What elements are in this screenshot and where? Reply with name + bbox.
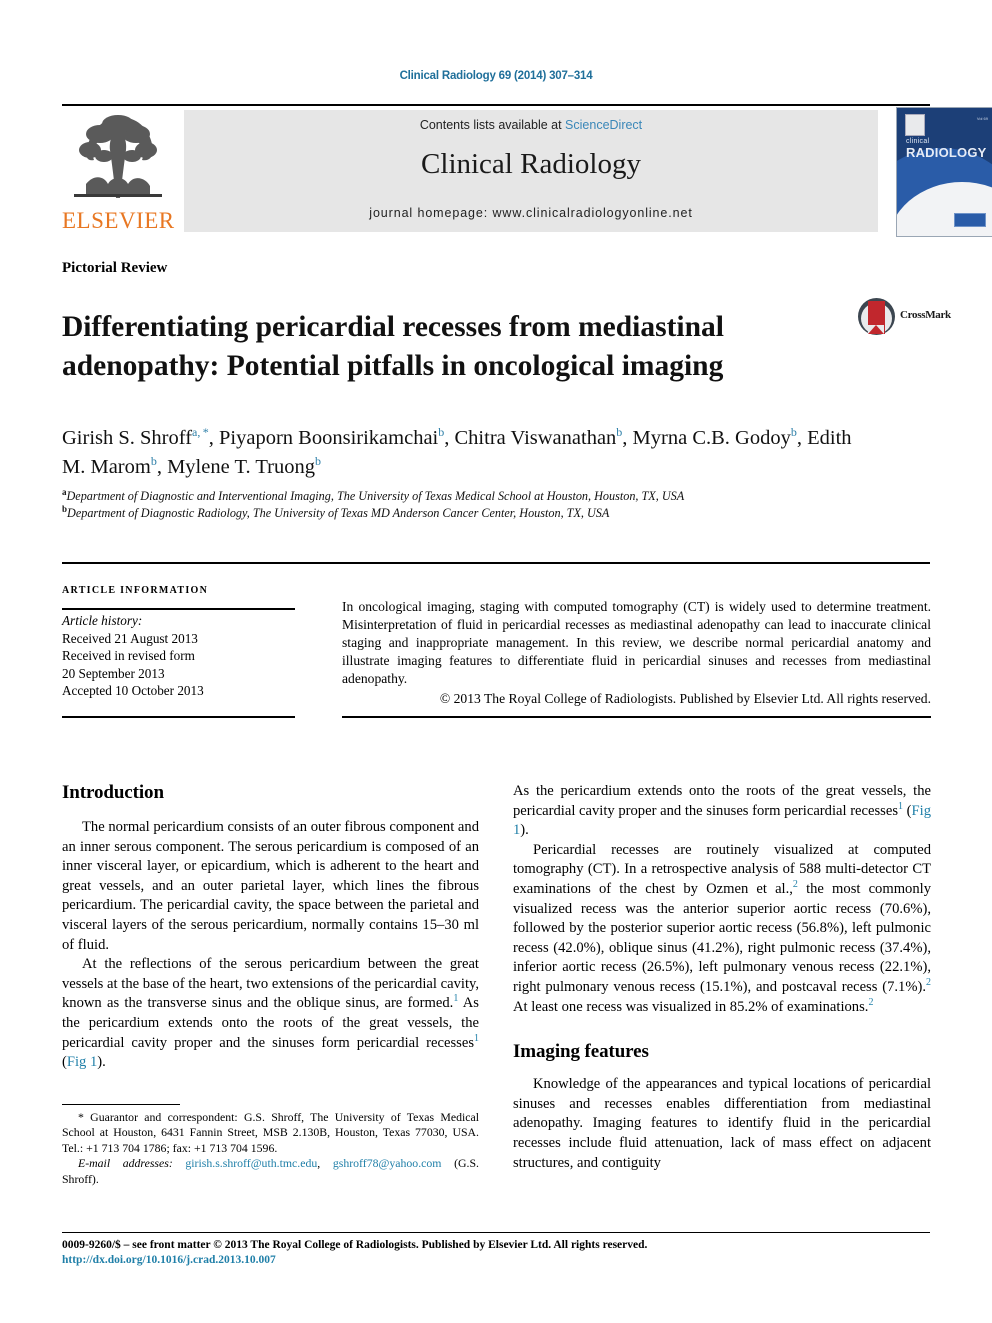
figure-link[interactable]: Fig 1 (67, 1054, 97, 1070)
intro-paragraph-3: Pericardial recesses are routinely visua… (513, 841, 931, 1017)
affiliation-text: Department of Diagnostic and Interventio… (66, 489, 685, 503)
page-title: Differentiating pericardial recesses fro… (62, 310, 724, 382)
article-history-label: Article history: (62, 613, 143, 628)
reference-marker[interactable]: 1 (474, 1033, 479, 1044)
info-block-top-rule (62, 562, 930, 564)
affiliation-text: Department of Diagnostic Radiology, The … (67, 506, 610, 520)
running-head: Clinical Radiology 69 (2014) 307–314 (399, 70, 593, 82)
body-column-left: Introduction The normal pericardium cons… (62, 782, 479, 1073)
abstract-text: In oncological imaging, staging with com… (342, 599, 931, 686)
abstract: In oncological imaging, staging with com… (342, 598, 931, 708)
footnote-rule (62, 1104, 180, 1105)
doi-link[interactable]: http://dx.doi.org/10.1016/j.crad.2013.10… (62, 1253, 930, 1268)
crossmark-icon (858, 298, 895, 335)
intro-paragraph-1: The normal pericardium consists of an ou… (62, 819, 479, 953)
email-label: E-mail addresses: (78, 1156, 173, 1171)
intro-p2-cont-text: As the pericardium extends onto the root… (513, 783, 931, 819)
intro-p2-cont-c: ( (903, 802, 912, 819)
body-column-right: As the pericardium extends onto the root… (513, 782, 931, 1173)
masthead-top-rule (62, 104, 930, 106)
section-heading-imaging-features: Imaging features (513, 1041, 649, 1063)
journal-homepage[interactable]: journal homepage: www.clinicalradiologyo… (184, 206, 878, 220)
intro-paragraph-2-cont: As the pericardium extends onto the root… (513, 782, 931, 841)
intro-p2-part-a: At the reflections of the serous pericar… (62, 956, 479, 1012)
section-heading-introduction: Introduction (62, 782, 164, 803)
reference-marker[interactable]: 2 (926, 977, 931, 988)
elsevier-logo: ELSEVIER (62, 108, 174, 234)
crossmark-ribbon-icon (868, 301, 885, 334)
author-list: Girish S. Shroffa, *, Piyaporn Boonsirik… (62, 425, 852, 478)
affiliation-item: aDepartment of Diagnostic and Interventi… (62, 487, 862, 505)
correspondence-note: * Guarantor and correspondent: G.S. Shro… (62, 1110, 479, 1155)
article-history-bottom-rule (62, 716, 295, 718)
cover-publisher-badge (954, 213, 986, 227)
email-link-2[interactable]: gshroff78@yahoo.com (333, 1156, 442, 1170)
abstract-copyright: © 2013 The Royal College of Radiologists… (439, 691, 931, 706)
elsevier-wordmark: ELSEVIER (62, 208, 175, 233)
intro-p3-part-b: the most commonly visualized recess was … (513, 880, 931, 995)
sciencedirect-link[interactable]: ScienceDirect (565, 118, 642, 132)
intro-p2-cont-d: ). (520, 822, 529, 839)
contents-prefix: Contents lists available at (419, 118, 566, 132)
article-page: Clinical Radiology 69 (2014) 307–314 ELS… (0, 0, 992, 1323)
journal-banner: Contents lists available at ScienceDirec… (184, 110, 878, 232)
cover-title-line1: clinical (906, 138, 930, 145)
contents-lists-line: Contents lists available at ScienceDirec… (184, 118, 878, 132)
imaging-paragraph-1: Knowledge of the appearances and typical… (513, 1076, 931, 1171)
article-information-heading: ARTICLE INFORMATION (62, 585, 209, 596)
intro-p3-part-c: At least one recess was visualized in 85… (513, 998, 869, 1015)
crossmark-badge[interactable]: CrossMark (858, 296, 951, 338)
cover-elsevier-mark (905, 114, 925, 136)
email-link-1[interactable]: girish.s.shroff@uth.tmc.edu (185, 1156, 317, 1170)
issn-line: 0009-9260/$ – see front matter © 2013 Th… (62, 1239, 648, 1251)
abstract-bottom-rule (342, 716, 931, 718)
affiliation-list: aDepartment of Diagnostic and Interventi… (62, 487, 862, 522)
journal-cover-image: Vol 69 clinical RADIOLOGY (896, 107, 992, 237)
crossmark-label: CrossMark (900, 309, 951, 321)
cover-issue-text: Vol 69 (976, 116, 988, 121)
email-note: E-mail addresses: girish.s.shroff@uth.tm… (62, 1156, 479, 1186)
intro-paragraph-2: At the reflections of the serous pericar… (62, 955, 479, 1073)
article-history-item: Accepted 10 October 2013 (62, 683, 204, 699)
footer-rule (62, 1232, 930, 1233)
journal-masthead: ELSEVIER Contents lists available at Sci… (62, 107, 992, 237)
elsevier-tree-icon (68, 110, 168, 206)
cover-title-line2: RADIOLOGY (906, 145, 987, 160)
article-history: Article history: Received 21 August 2013… (62, 612, 302, 700)
article-history-item: Received in revised form (62, 648, 195, 664)
intro-p2-part-d: ). (97, 1054, 106, 1071)
footnotes: * Guarantor and correspondent: G.S. Shro… (62, 1110, 479, 1187)
footer: 0009-9260/$ – see front matter © 2013 Th… (62, 1238, 930, 1268)
reference-marker[interactable]: 2 (868, 997, 873, 1008)
affiliation-item: bDepartment of Diagnostic Radiology, The… (62, 504, 862, 522)
article-history-item: Received 21 August 2013 (62, 630, 198, 646)
article-history-top-rule (62, 608, 295, 610)
article-type-label: Pictorial Review (62, 260, 168, 276)
article-history-item: 20 September 2013 (62, 665, 165, 681)
journal-title: Clinical Radiology (421, 148, 641, 180)
